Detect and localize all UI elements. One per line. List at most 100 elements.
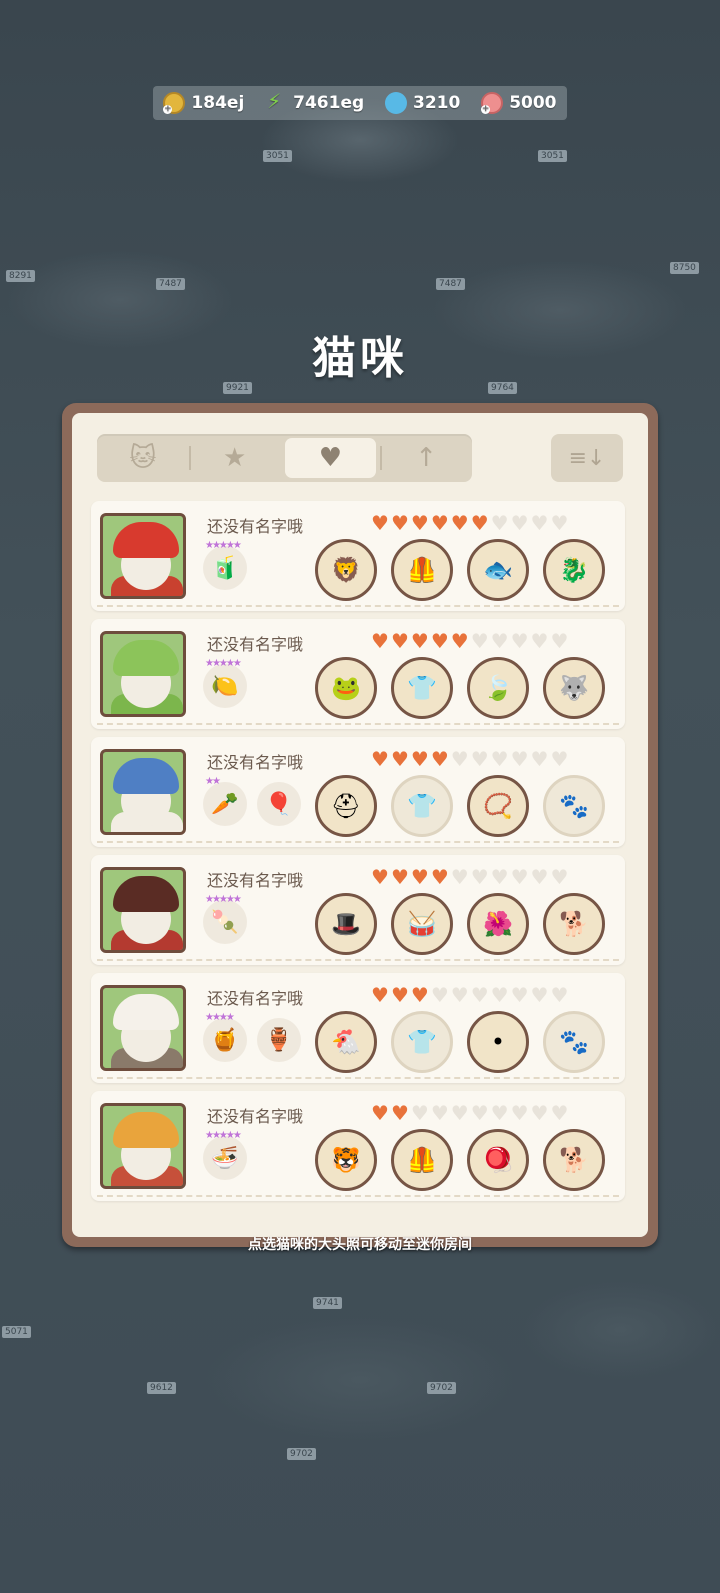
heart-filled-icon: ♥	[450, 511, 469, 535]
equipment-slot[interactable]: 🍃	[467, 657, 529, 719]
equipment-slot[interactable]: 🐸	[315, 657, 377, 719]
tab-arrow-up[interactable]: ↑	[380, 438, 472, 478]
lily-pad-icon: 🍃	[483, 674, 513, 702]
equipment-slot[interactable]: 🐟	[467, 539, 529, 601]
equipment-slot[interactable]: 🐉	[543, 539, 605, 601]
cat-name: 还没有名字哦	[207, 635, 304, 654]
equipment-slot[interactable]: 🐯	[315, 1129, 377, 1191]
equipment-slot[interactable]: 🐾	[543, 775, 605, 837]
heart-empty-icon: ♥	[550, 983, 569, 1007]
coin-icon: +	[163, 92, 186, 114]
coin-value: 184ej	[191, 93, 245, 113]
bead-icon: •	[490, 1028, 506, 1056]
husky-plush-icon: 🐺	[559, 674, 589, 702]
cat-name: 还没有名字哦	[207, 871, 304, 890]
heart-filled-icon: ♥	[390, 1101, 409, 1125]
official-hat-icon: 🎩	[331, 910, 361, 938]
cat-portrait[interactable]	[100, 631, 186, 717]
equipment-slot[interactable]: 🐾	[543, 1011, 605, 1073]
heart-empty-icon: ♥	[450, 865, 469, 889]
cat-portrait[interactable]	[100, 513, 186, 599]
cat-portrait[interactable]	[100, 1103, 186, 1189]
cat-panel-inner: 🐱 ★ ♥ ↑ ≡↓ 还没有名字哦 ♥ ♥ ♥ ♥ ♥ ♥ ♥ ♥ ♥ ♥ ★★★★★ 🧃 🦁 🦺 🐟 🐉 还没有名字哦…	[72, 413, 648, 1237]
favorite-food: 🎈	[257, 782, 301, 826]
equipment-slot[interactable]: 🥁	[391, 893, 453, 955]
dragon-plush-icon: 🐉	[559, 556, 589, 584]
tab-star[interactable]: ★	[188, 438, 281, 478]
building-tag: 3051	[538, 150, 567, 162]
equipment-slot[interactable]: 🐕	[543, 1129, 605, 1191]
affection-hearts: ♥ ♥ ♥ ♥ ♥ ♥ ♥ ♥ ♥ ♥	[371, 867, 568, 887]
sort-button[interactable]: ≡↓	[551, 434, 623, 482]
heart-empty-icon: ♥	[450, 747, 469, 771]
equipment-slot[interactable]: 🐕	[543, 893, 605, 955]
equipment-slot[interactable]: 👕	[391, 775, 453, 837]
equipment-slot[interactable]: 🦁	[315, 539, 377, 601]
equipment-slot[interactable]: 🐺	[543, 657, 605, 719]
chicken-hood-icon: 🐔	[331, 1028, 361, 1056]
favorite-food: ★★ 🥕	[203, 776, 247, 826]
heart-empty-icon: ♥	[550, 629, 569, 653]
cat-row: 还没有名字哦 ♥ ♥ ♥ ♥ ♥ ♥ ♥ ♥ ♥ ♥ ★★★★ 🍯 🏺 🐔 👕 • 🐾	[91, 973, 625, 1083]
equipment-slot[interactable]: 📿	[467, 775, 529, 837]
koi-fish-icon: 🐟	[483, 556, 513, 584]
drum-icon: 🥁	[407, 910, 437, 938]
heart-empty-icon: ♥	[470, 983, 489, 1007]
equipment-slot[interactable]: •	[467, 1011, 529, 1073]
cat-portrait[interactable]	[100, 867, 186, 953]
equipment-slot[interactable]: 👕	[391, 1011, 453, 1073]
heart-filled-icon: ♥	[371, 747, 389, 771]
cat-name: 还没有名字哦	[207, 989, 304, 1008]
gem-value: 3210	[413, 93, 461, 113]
equipment-slot[interactable]: 👕	[391, 657, 453, 719]
heart-empty-icon: ♥	[490, 983, 509, 1007]
building-tag: 3051	[263, 150, 292, 162]
heart-filled-icon: ♥	[410, 983, 429, 1007]
sort-icon: ≡↓	[568, 445, 606, 471]
heart-filled-icon: ♥	[430, 629, 449, 653]
heart-filled-icon: ♥	[390, 511, 409, 535]
equipment-slot[interactable]: 🎩	[315, 893, 377, 955]
heart-empty-icon: ♥	[530, 983, 549, 1007]
tab-heart[interactable]: ♥	[284, 438, 377, 478]
fish-value: 5000	[509, 93, 557, 113]
energy-counter[interactable]: 7461eg	[265, 89, 364, 114]
heart-empty-icon: ♥	[550, 511, 569, 535]
cat-list: 还没有名字哦 ♥ ♥ ♥ ♥ ♥ ♥ ♥ ♥ ♥ ♥ ★★★★★ 🧃 🦁 🦺 🐟 🐉 还没有名字哦 ♥ ♥ ♥ ♥ ♥ ♥ ♥ ♥…	[91, 501, 625, 1209]
heart-filled-icon: ♥	[371, 865, 389, 889]
cat-portrait[interactable]	[100, 985, 186, 1071]
filter-tabs: 🐱 ★ ♥ ↑	[97, 434, 472, 482]
fish-counter[interactable]: + 5000	[481, 92, 557, 114]
heart-empty-icon: ♥	[430, 1101, 449, 1125]
rarity-stars-icon: ★★★★★	[205, 894, 242, 905]
noodle-bowl-icon: 🍜	[211, 1145, 239, 1171]
heart-filled-icon: ♥	[450, 629, 469, 653]
equipment-slot[interactable]: 🐔	[315, 1011, 377, 1073]
equipment-slot[interactable]: 🌺	[467, 893, 529, 955]
heart-filled-icon: ♥	[430, 865, 449, 889]
hot-air-balloon-icon: 🎈	[265, 791, 293, 817]
cat-portrait[interactable]	[100, 749, 186, 835]
arrow-up-icon: ↑	[415, 443, 438, 473]
rarity-stars-icon: ★★★★★	[205, 540, 242, 551]
honeycomb-icon: 🍯	[211, 1027, 239, 1053]
cat-row: 还没有名字哦 ♥ ♥ ♥ ♥ ♥ ♥ ♥ ♥ ♥ ♥ ★★ 🥕 🎈 ⛑ 👕 📿 🐾	[91, 737, 625, 847]
equipment-slot[interactable]: 🪀	[467, 1129, 529, 1191]
cat-panel: 🐱 ★ ♥ ↑ ≡↓ 还没有名字哦 ♥ ♥ ♥ ♥ ♥ ♥ ♥ ♥ ♥ ♥ ★★★★★ 🧃 🦁 🦺 🐟 🐉 还没有名字哦…	[62, 403, 658, 1247]
favorite-food: ★★★★★ 🍋	[203, 658, 247, 708]
tab-cat[interactable]: 🐱	[97, 438, 189, 478]
equipment-slot[interactable]: ⛑	[315, 775, 377, 837]
rarity-stars-icon: ★★	[205, 776, 221, 787]
heart-empty-icon: ♥	[530, 747, 549, 771]
building-tag: 9612	[147, 1382, 176, 1394]
equipment-slot[interactable]: 🦺	[391, 1129, 453, 1191]
lightning-icon	[265, 89, 287, 114]
equipment-slot[interactable]: 🦺	[391, 539, 453, 601]
gem-counter[interactable]: 3210	[380, 87, 461, 119]
lemon-slice-icon: 🍋	[211, 673, 239, 699]
heart-empty-icon: ♥	[530, 865, 549, 889]
coin-counter[interactable]: + 184ej	[163, 92, 244, 114]
heart-empty-icon: ♥	[470, 629, 489, 653]
star-icon: ★	[222, 443, 247, 473]
favorite-food: 🏺	[257, 1018, 301, 1062]
